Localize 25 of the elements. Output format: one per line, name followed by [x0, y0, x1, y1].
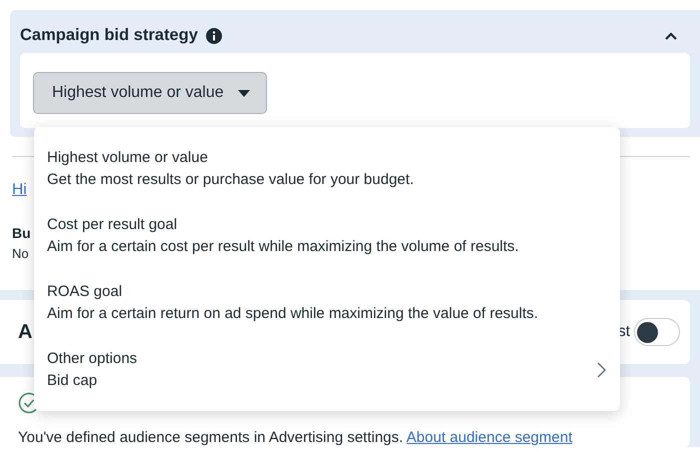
option-title: ROAS goal	[47, 282, 124, 302]
notice-link[interactable]: About audience segment	[406, 429, 572, 446]
menu-item[interactable]: Cost per result goal Aim for a certain cost per result while maximizing the volume of results.	[34, 202, 620, 269]
link[interactable]: Hi	[12, 178, 27, 202]
menu-item[interactable]: Other options Bid cap	[34, 336, 620, 403]
toggle-switch[interactable]	[634, 318, 680, 346]
collapse-chevron-icon[interactable]	[664, 30, 678, 40]
info-icon	[206, 28, 222, 44]
field-label: Bu	[12, 224, 31, 244]
menu-item[interactable]: ROAS goal Aim for a certain return on ad spend while maximizing the value of results.	[34, 269, 620, 336]
section-title: A	[18, 320, 32, 345]
notice-text: You've defined audience segments in Advertising settings. About audience segment	[18, 428, 572, 448]
option-title: Highest volume or value	[47, 148, 209, 168]
option-description: Aim for a certain return on ad spend while maximizing the value of results.	[47, 304, 538, 324]
option-title: Cost per result goal	[47, 215, 178, 235]
chevron-right-icon	[597, 362, 606, 378]
option-description: Get the most results or purchase value for your budget.	[47, 170, 414, 190]
panel-title: Campaign bid strategy	[20, 25, 198, 46]
option-title: Other options	[47, 349, 138, 369]
option-description: Bid cap	[47, 371, 98, 391]
caret-icon	[238, 90, 250, 96]
strategy-dropdown[interactable]: Highest volume or value	[33, 72, 267, 114]
menu-item[interactable]: Highest volume or value Get the most results or purchase value for your budget.	[34, 135, 620, 202]
option-description: Aim for a certain cost per result while maximizing the volume of results.	[47, 237, 519, 257]
field-note: No	[12, 245, 29, 264]
